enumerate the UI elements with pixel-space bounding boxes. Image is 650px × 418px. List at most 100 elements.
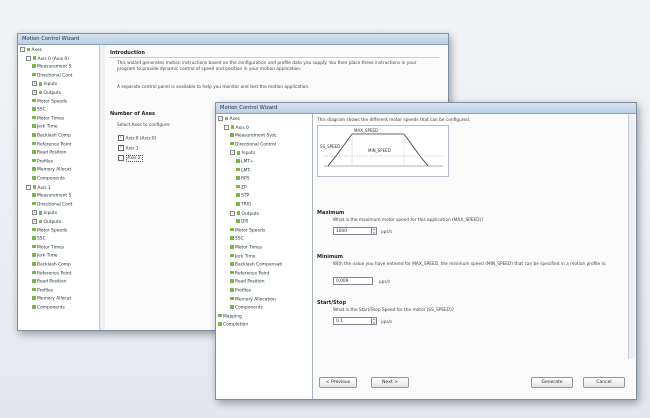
ss-speed-spinner[interactable]: ▴ ▾ (371, 317, 376, 324)
tree-item-label: Directional Control (235, 142, 277, 148)
tree-item[interactable]: - Axis 1 (26, 184, 51, 191)
tree-item[interactable]: TRIG (236, 202, 251, 207)
tree-item[interactable]: Components (32, 305, 65, 310)
collapse-icon[interactable]: - (26, 184, 31, 190)
tree-item[interactable]: Read Position (32, 279, 67, 284)
tree-item[interactable]: - Inputs (230, 150, 255, 156)
tree-item[interactable]: Read Position (230, 279, 265, 285)
status-check-icon (230, 270, 234, 275)
tree-item[interactable]: Components (32, 176, 65, 181)
status-check-icon (230, 262, 234, 266)
tree-item[interactable]: RPS (236, 176, 250, 181)
ss-speed-input[interactable]: 0.1 ▴ ▾ (333, 317, 377, 325)
tree-item[interactable]: Backlash Comp (32, 133, 71, 138)
tree-item[interactable]: Jerk Time (32, 124, 57, 130)
tree-item[interactable]: SSC (230, 236, 244, 242)
front-navigation-tree[interactable]: - Axes - Axis 0 Measurement Syst. Directional… (216, 114, 313, 399)
tree-item[interactable]: Memory Allocat (32, 167, 71, 173)
back-navigation-tree[interactable]: - Axes - Axis 0 (Axis 0) Measurement S Direct… (18, 45, 105, 330)
tree-item[interactable]: - Axes (218, 116, 240, 122)
tree-item-label: Motor Times (37, 116, 65, 122)
status-check-icon (38, 211, 42, 215)
generate-button[interactable]: Generate (531, 377, 573, 388)
tree-item[interactable]: + Inputs (32, 81, 57, 87)
expand-icon[interactable]: + (32, 219, 37, 224)
tree-item[interactable]: Backlash Comp (32, 262, 71, 267)
tree-item-label: Motor Speeds (37, 98, 68, 104)
tree-item[interactable]: Motor Times (230, 245, 262, 250)
tree-item[interactable]: Measurement S (32, 193, 71, 198)
tree-item[interactable]: Directional Control (230, 141, 277, 148)
status-check-icon (236, 167, 240, 172)
tree-item[interactable]: Memory Allocation (230, 296, 276, 302)
front-content-scrollbar[interactable] (628, 114, 635, 359)
expand-icon[interactable]: + (32, 210, 37, 216)
tree-item[interactable]: + Outputs (32, 219, 61, 225)
axis-checkbox-0[interactable]: ✓ Axis 0 (Axis 0) (118, 135, 156, 141)
tree-item[interactable]: Profiles (32, 158, 53, 164)
tree-item[interactable]: ZP (236, 184, 247, 190)
front-next-button[interactable]: Next > (371, 377, 409, 388)
max-speed-input[interactable]: 1000 ▴ ▾ (333, 227, 377, 235)
tree-item[interactable]: Measurement S (32, 64, 71, 69)
collapse-icon[interactable]: - (26, 55, 31, 61)
expand-icon[interactable]: + (32, 90, 37, 95)
tree-item[interactable]: Directional Cont (32, 72, 72, 78)
ss-speed-unit: pps/s (381, 319, 393, 324)
tree-item[interactable]: - Outputs (230, 210, 259, 217)
tree-item-label: Backlash Comp (37, 133, 71, 139)
axis-checkbox-2[interactable]: Axis 2 (118, 155, 143, 163)
tree-item[interactable]: - Axis 0 (Axis 0) (26, 55, 69, 62)
tree-item[interactable]: Components (230, 305, 263, 310)
tree-item[interactable]: LMT+ (236, 159, 254, 164)
tree-item[interactable]: - Axes (20, 47, 42, 53)
status-check-icon (230, 245, 234, 249)
tree-item[interactable]: + Outputs (32, 90, 61, 96)
axis-checkbox-1[interactable]: ✓ Axis 1 (118, 145, 139, 151)
tree-item-label: LMT- (241, 167, 252, 173)
front-window-title: Motion Control Wizard (216, 103, 636, 114)
tree-item[interactable]: Measurement Syst. (230, 133, 277, 138)
tree-item-label: Read Position (235, 279, 265, 285)
cancel-button[interactable]: Cancel (583, 377, 625, 388)
expand-icon[interactable]: + (32, 81, 37, 87)
min-speed-label: MIN_SPEED (368, 148, 391, 153)
tree-item[interactable]: SSC (32, 107, 46, 112)
tree-item[interactable]: Reference Point (32, 141, 71, 147)
tree-item[interactable]: + Inputs (32, 210, 57, 216)
tree-item[interactable]: Reference Point (230, 270, 269, 276)
tree-item[interactable]: STP (236, 193, 249, 199)
collapse-icon[interactable]: - (230, 210, 235, 216)
back-tree-scrollbar[interactable] (99, 45, 105, 330)
tree-item[interactable]: Directional Cont (32, 201, 72, 207)
tree-item[interactable]: Jerk Time (32, 253, 57, 259)
tree-item[interactable]: Motor Times (32, 115, 65, 122)
tree-item[interactable]: Jerk Time (230, 253, 255, 259)
tree-item[interactable]: Motor Speeds (230, 227, 265, 233)
collapse-icon[interactable]: - (224, 124, 229, 130)
tree-item[interactable]: LMT- (236, 167, 252, 173)
tree-item[interactable]: Backlash Compensati (230, 262, 282, 267)
tree-item[interactable]: Reference Point (32, 270, 71, 276)
status-check-icon (230, 133, 234, 137)
status-check-icon (32, 287, 36, 292)
tree-item[interactable]: Profiles (230, 288, 251, 293)
tree-item[interactable]: Motor Speeds (32, 98, 68, 104)
tree-item-label: Completion (223, 322, 249, 328)
tree-item-label: Memory Allocat (37, 296, 72, 302)
tree-item[interactable]: Read Position (32, 150, 67, 155)
tree-item[interactable]: Memory Allocat (32, 296, 72, 302)
tree-item[interactable]: Mapping (218, 313, 242, 319)
tree-item[interactable]: Profiles (32, 287, 53, 293)
front-previous-button[interactable]: < Previous (319, 377, 357, 388)
tree-item[interactable]: - Axis 0 (224, 124, 249, 131)
tree-item[interactable]: SSC (32, 236, 46, 241)
collapse-icon[interactable]: - (20, 47, 25, 52)
collapse-icon[interactable]: - (218, 116, 223, 121)
tree-item[interactable]: Completion (218, 322, 249, 328)
max-speed-spinner[interactable]: ▴ ▾ (371, 227, 376, 234)
tree-item[interactable]: Motor Times (32, 244, 64, 250)
tree-item[interactable]: DIS (236, 219, 248, 224)
collapse-icon[interactable]: - (230, 150, 235, 156)
tree-item[interactable]: Motor Speeds (32, 227, 67, 233)
